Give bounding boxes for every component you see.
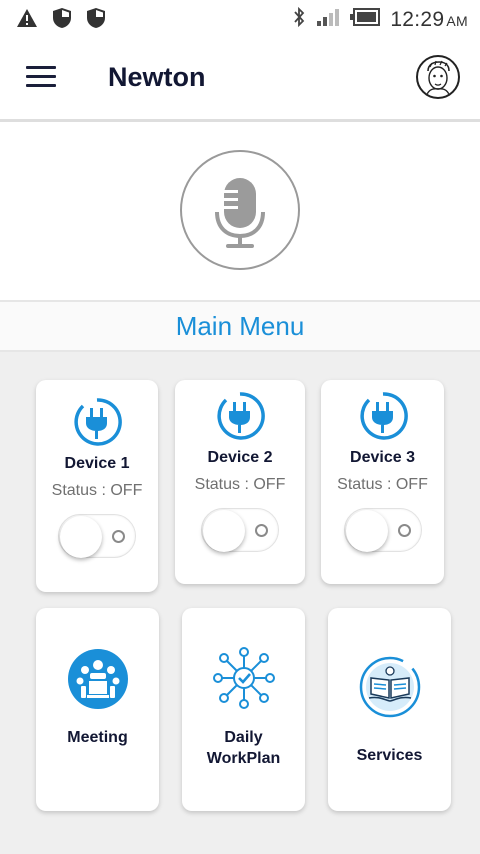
shield-icon <box>52 7 72 34</box>
microphone-button[interactable] <box>180 150 300 270</box>
device-3-toggle[interactable] <box>343 508 422 552</box>
toggle-off-indicator <box>255 524 268 537</box>
toggle-knob <box>203 510 245 552</box>
device-card-1[interactable]: Device 1 Status : OFF <box>36 380 158 592</box>
plug-icon <box>69 394 125 455</box>
avatar-button[interactable] <box>416 55 460 99</box>
device-card-3[interactable]: Device 3 Status : OFF <box>321 380 444 584</box>
menu-button[interactable] <box>26 66 58 90</box>
clock-time: 12:29 AM <box>390 8 468 32</box>
app-bar: Newton <box>0 38 480 122</box>
section-header: Main Menu <box>0 300 480 352</box>
device-name: Device 3 <box>350 449 415 466</box>
status-bar: 12:29 AM <box>0 0 480 38</box>
device-1-toggle[interactable] <box>58 514 136 558</box>
hamburger-line <box>26 84 56 87</box>
meeting-label: Meeting <box>67 729 128 746</box>
workplan-label-line1: Daily <box>224 729 263 746</box>
services-card[interactable]: Services <box>328 608 451 811</box>
device-status: Status : OFF <box>337 476 428 493</box>
device-status: Status : OFF <box>194 476 286 493</box>
section-title: Main Menu <box>175 311 305 341</box>
plug-icon <box>212 388 268 449</box>
toggle-knob <box>345 510 388 552</box>
warning-icon <box>16 8 38 33</box>
battery-icon <box>350 8 381 31</box>
device-name: Device 1 <box>64 455 130 472</box>
device-name: Device 2 <box>207 449 273 466</box>
workplan-label-line2: WorkPlan <box>206 750 281 767</box>
services-book-icon <box>359 656 421 723</box>
toggle-off-indicator <box>397 524 411 537</box>
workplan-card[interactable]: Daily WorkPlan <box>182 608 305 811</box>
shield-icon <box>86 7 106 34</box>
signal-icon <box>316 7 340 32</box>
voice-input-area <box>0 122 480 300</box>
workplan-network-icon <box>212 646 276 715</box>
microphone-icon <box>215 178 265 248</box>
meeting-card[interactable]: Meeting <box>36 608 159 811</box>
hamburger-line <box>26 75 56 78</box>
device-status: Status : OFF <box>51 482 143 499</box>
device-2-toggle[interactable] <box>201 508 279 552</box>
menu-grid: Device 1 Status : OFF Device 2 Status : … <box>0 352 480 854</box>
bluetooth-icon <box>292 6 306 33</box>
device-card-2[interactable]: Device 2 Status : OFF <box>175 380 305 584</box>
toggle-knob <box>60 516 102 558</box>
time-value: 12:29 <box>390 7 445 31</box>
app-title: Newton <box>108 62 206 92</box>
meeting-icon <box>67 648 129 715</box>
time-ampm: AM <box>446 12 468 29</box>
services-label: Services <box>356 747 423 764</box>
hamburger-menu-icon <box>26 66 56 69</box>
toggle-off-indicator <box>112 530 125 543</box>
avatar-sketch-icon <box>425 60 451 97</box>
plug-icon <box>355 388 411 449</box>
